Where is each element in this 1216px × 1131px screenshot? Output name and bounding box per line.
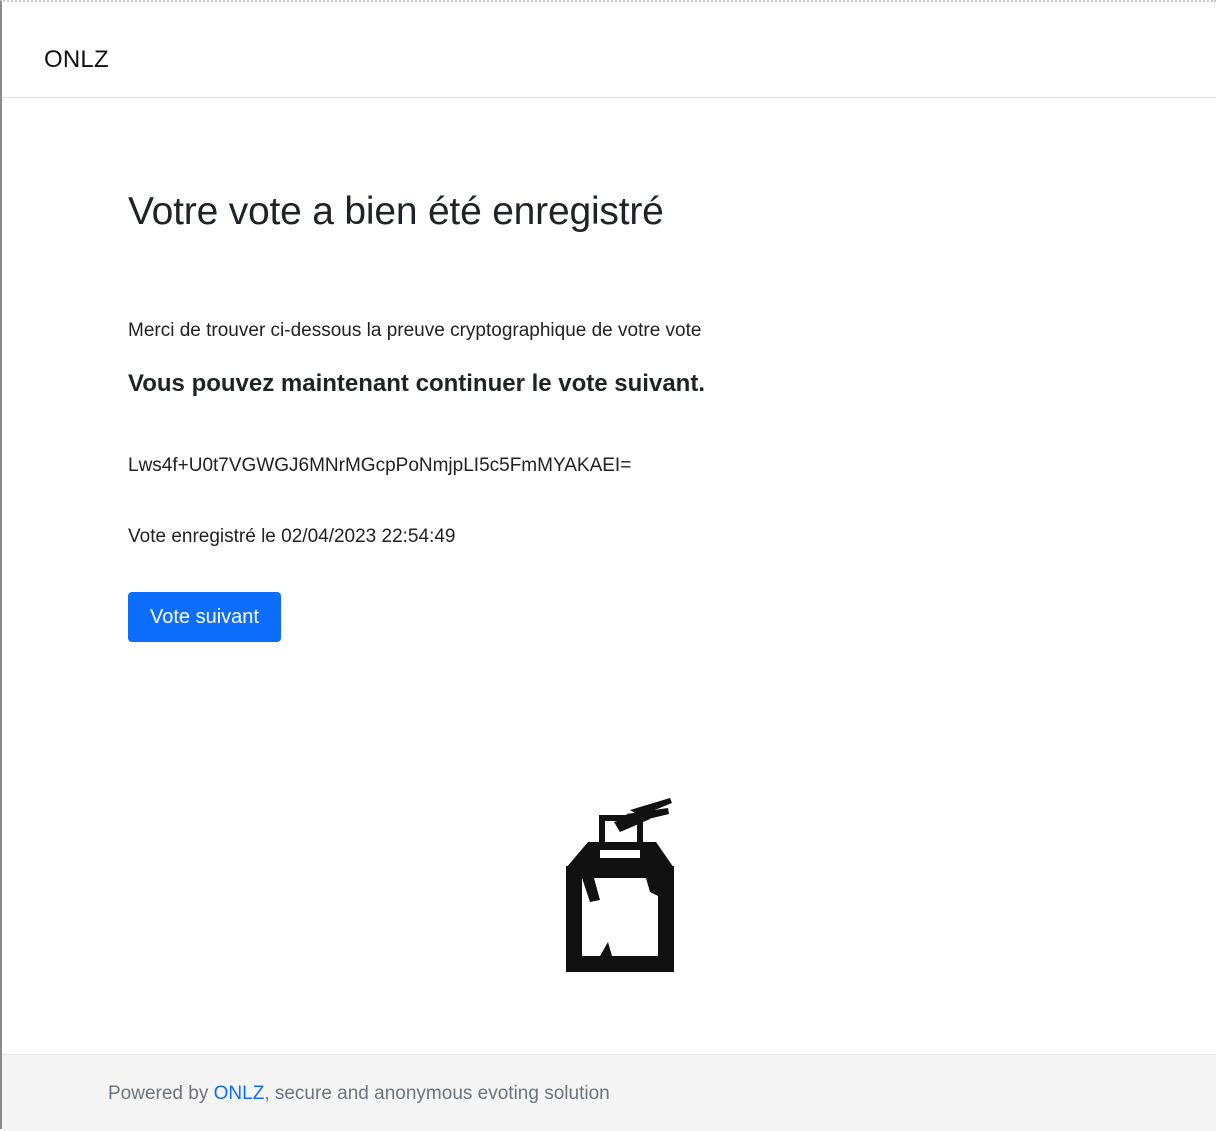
footer-onlz-link[interactable]: ONLZ xyxy=(214,1083,265,1104)
page-frame: ONLZ Votre vote a bien été enregistré Me… xyxy=(0,0,1216,1131)
cryptographic-proof: Lws4f+U0t7VGWGJ6MNrMGcpPoNmjpLI5c5FmMYAK… xyxy=(128,455,632,476)
footer: Powered by ONLZ, secure and anonymous ev… xyxy=(2,1054,1216,1131)
page-title: Votre vote a bien été enregistré xyxy=(128,190,664,233)
navbar: ONLZ xyxy=(2,2,1216,98)
intro-text: Merci de trouver ci-dessous la preuve cr… xyxy=(128,320,702,341)
vote-timestamp: Vote enregistré le 02/04/2023 22:54:49 xyxy=(128,526,456,547)
brand-link[interactable]: ONLZ xyxy=(44,46,109,74)
footer-text: Powered by ONLZ, secure and anonymous ev… xyxy=(108,1083,610,1105)
footer-prefix: Powered by xyxy=(108,1083,214,1104)
next-vote-message: Vous pouvez maintenant continuer le vote… xyxy=(128,370,705,397)
ballot-box-icon xyxy=(566,798,674,972)
footer-suffix: , secure and anonymous evoting solution xyxy=(264,1083,610,1104)
next-vote-button[interactable]: Vote suivant xyxy=(128,592,281,642)
